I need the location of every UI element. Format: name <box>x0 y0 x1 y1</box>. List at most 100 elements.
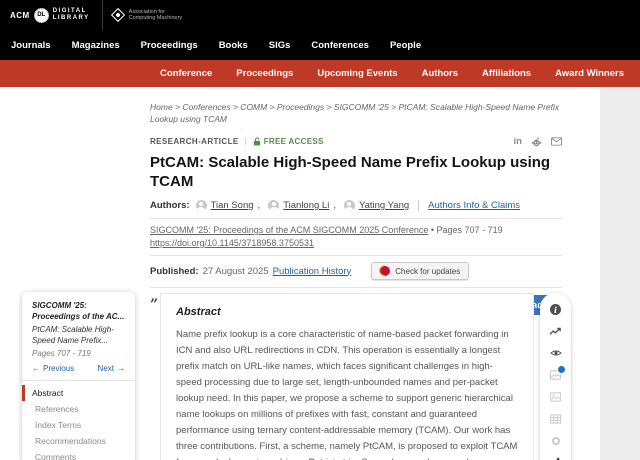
toc-pager: ←Previous Next→ <box>32 364 125 373</box>
media-button[interactable] <box>550 391 561 402</box>
versions-button[interactable] <box>552 435 560 446</box>
section-nav-item[interactable]: Index Terms <box>22 417 125 433</box>
page-background-rail <box>600 87 640 460</box>
published-row: Published: 27 August 2025 Publication Hi… <box>150 262 562 280</box>
conference-nav-item[interactable]: Authors <box>422 68 458 79</box>
breadcrumb-item[interactable]: Home <box>150 102 182 112</box>
abstract-heading: Abstract <box>176 306 518 318</box>
author-name-link[interactable]: Yating Yang <box>359 200 409 211</box>
metrics-button[interactable] <box>549 326 562 337</box>
author-name-link[interactable]: Tianlong Li <box>283 200 329 211</box>
avatar-icon[interactable] <box>268 200 279 211</box>
figures-button[interactable] <box>550 370 561 381</box>
conference-nav-item[interactable]: Affiliations <box>482 68 531 79</box>
check-for-updates-button[interactable]: Check for updates <box>371 262 469 280</box>
breadcrumb-item[interactable]: Conferences <box>182 102 240 112</box>
breadcrumb-item[interactable]: COMM <box>240 102 277 112</box>
email-icon[interactable] <box>551 137 562 146</box>
figures-count-badge <box>557 365 566 374</box>
divider <box>150 255 562 256</box>
previous-article-link[interactable]: ←Previous <box>32 364 74 373</box>
dl-gear-icon: DL <box>34 8 49 23</box>
venue-row: SIGCOMM '25: Proceedings of the ACM SIGC… <box>150 225 562 236</box>
check-updates-label: Check for updates <box>395 267 460 276</box>
divider <box>150 287 562 288</box>
section-nav-item[interactable]: Comments <box>22 449 125 460</box>
association-name: Association forComputing Machinery <box>129 9 183 22</box>
issue-toc-card: SIGCOMM '25: Proceedings of the AC... Pt… <box>22 292 135 460</box>
venue-separator: • <box>431 225 434 235</box>
lock-open-icon <box>253 137 261 146</box>
toc-proceedings-title[interactable]: SIGCOMM '25: Proceedings of the AC... <box>32 301 125 322</box>
tables-button[interactable] <box>550 413 561 424</box>
proceedings-link[interactable]: SIGCOMM '25: Proceedings of the ACM SIGC… <box>150 225 428 235</box>
conference-nav: Conference Proceedings Upcoming Events Auth… <box>0 60 640 87</box>
author[interactable]: Tian Song <box>196 200 261 211</box>
author[interactable]: Yating Yang <box>344 200 409 211</box>
digital-library-text: DIGITALLIBRARY <box>53 8 90 23</box>
authors-info-claims-link[interactable]: Authors Info & Claims <box>428 200 520 211</box>
view-button[interactable] <box>550 348 562 359</box>
left-arrow-icon: ← <box>32 364 40 373</box>
section-nav: AbstractReferencesIndex TermsRecommendat… <box>32 385 125 460</box>
info-icon: i <box>550 304 561 315</box>
meta-separator: | <box>245 137 247 146</box>
section-nav-item[interactable]: Abstract <box>22 385 125 401</box>
primary-nav-item[interactable]: Proceedings <box>141 40 198 51</box>
primary-nav-item[interactable]: Conferences <box>311 40 369 51</box>
doi-row: https://doi.org/10.1145/3718958.3750531 <box>150 238 562 248</box>
toc-article-title: PtCAM: Scalable High-Speed Name Prefix..… <box>32 325 125 346</box>
acm-logo-text: ACM <box>10 11 30 20</box>
primary-nav-item[interactable]: SIGs <box>269 40 291 51</box>
conference-nav-item[interactable]: Award Winners <box>555 68 624 79</box>
avatar-icon[interactable] <box>196 200 207 211</box>
breadcrumb: HomeConferencesCOMMProceedingsSIGCOMM '2… <box>150 101 562 125</box>
venue-pages: Pages 707 - 719 <box>437 225 503 235</box>
conference-nav-item[interactable]: Proceedings <box>236 68 293 79</box>
crossmark-icon <box>380 266 390 276</box>
primary-nav-item[interactable]: Books <box>219 40 248 51</box>
versions-icon <box>552 437 560 445</box>
section-nav-item[interactable]: References <box>22 401 125 417</box>
primary-nav: Journals Magazines Proceedings Books SIGs Con… <box>0 30 640 60</box>
reddit-icon[interactable] <box>531 137 542 147</box>
avatar-icon[interactable] <box>344 200 355 211</box>
social-share-icons: in <box>514 136 562 147</box>
acm-association-logo[interactable]: Association forComputing Machinery <box>113 9 183 22</box>
header-divider <box>102 0 103 30</box>
free-access-label: FREE ACCESS <box>264 137 324 146</box>
conference-nav-item[interactable]: Upcoming Events <box>317 68 397 79</box>
article-title: PtCAM: Scalable High-Speed Name Prefix L… <box>150 153 562 191</box>
breadcrumb-item[interactable]: Proceedings <box>277 102 334 112</box>
breadcrumb-item[interactable]: SIGCOMM '25 <box>334 102 399 112</box>
article-type-label: RESEARCH-ARTICLE <box>150 137 239 146</box>
eye-icon <box>550 349 562 357</box>
conference-nav-item[interactable]: Conference <box>160 68 212 79</box>
authors-label: Authors: <box>150 200 190 211</box>
linkedin-icon[interactable]: in <box>514 136 522 147</box>
acm-dl-article-page: ACM DL DIGITALLIBRARY Association forCom… <box>0 0 640 460</box>
next-article-link[interactable]: Next→ <box>98 364 125 373</box>
author[interactable]: Tianlong Li <box>268 200 336 211</box>
acm-dl-logo[interactable]: ACM DL DIGITALLIBRARY <box>10 8 90 23</box>
metrics-icon <box>549 327 562 336</box>
table-icon <box>550 414 561 424</box>
toc-pages: Pages 707 - 719 <box>32 349 125 358</box>
publication-history-link[interactable]: Publication History <box>273 266 352 277</box>
primary-nav-item[interactable]: People <box>390 40 421 51</box>
author-name-link[interactable]: Tian Song <box>211 200 254 211</box>
authors-list: Tian Song Tianlong Li Yating Yang <box>196 200 410 211</box>
right-arrow-icon: → <box>117 364 125 373</box>
info-button[interactable]: i <box>550 304 561 315</box>
published-date: 27 August 2025 <box>203 266 269 277</box>
divider <box>150 218 562 219</box>
section-nav-item[interactable]: Recommendations <box>22 433 125 449</box>
acm-diamond-icon <box>111 8 125 22</box>
article-header: HomeConferencesCOMMProceedingsSIGCOMM '2… <box>150 87 562 315</box>
authors-row: Authors: Tian Song Tianlong Li <box>150 200 562 211</box>
primary-nav-item[interactable]: Magazines <box>72 40 120 51</box>
floating-toolbar: i <box>540 293 571 460</box>
site-header: ACM DL DIGITALLIBRARY Association forCom… <box>0 0 640 30</box>
primary-nav-item[interactable]: Journals <box>11 40 51 51</box>
doi-link[interactable]: https://doi.org/10.1145/3718958.3750531 <box>150 238 314 248</box>
